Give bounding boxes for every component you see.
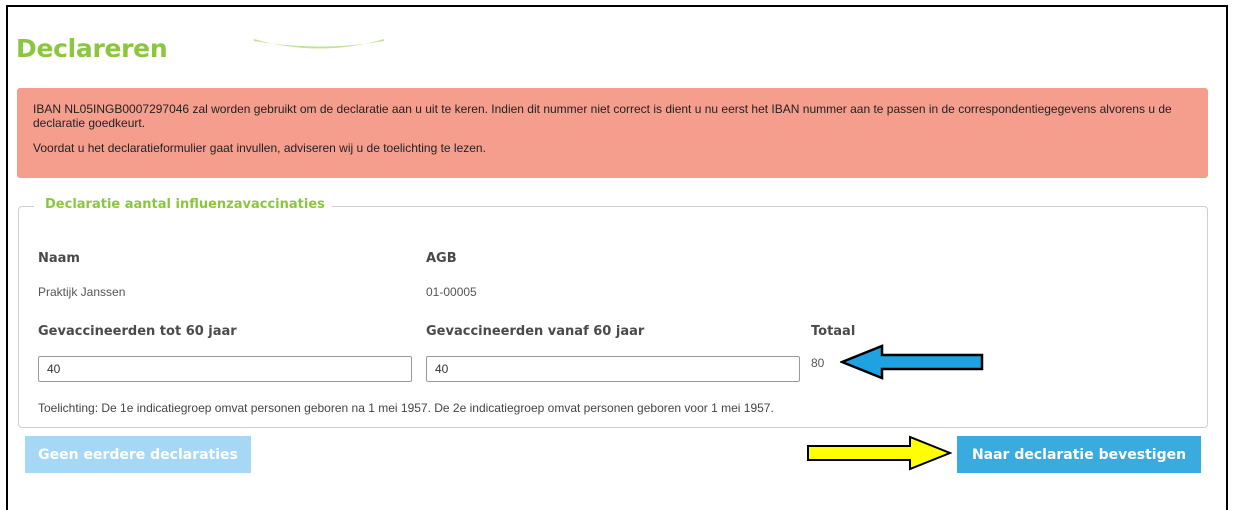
agb-value: 01-00005 [426, 285, 477, 299]
alert-iban-text: IBAN NL05INGB0007297046 zal worden gebru… [33, 102, 1172, 130]
total-label: Totaal [811, 324, 856, 339]
alert-advice-text: Voordat u het declaratieformulier gaat i… [33, 141, 486, 155]
under60-input[interactable] [38, 356, 412, 382]
naam-value: Praktijk Janssen [38, 285, 126, 299]
decorative-arc [254, 39, 384, 49]
page-title: Declareren [16, 34, 168, 63]
explanation-note: Toelichting: De 1e indicatiegroep omvat … [38, 401, 774, 415]
under60-label: Gevaccineerden tot 60 jaar [38, 324, 237, 339]
fieldset-legend: Declaratie aantal influenzavaccinaties [34, 197, 332, 212]
total-value: 80 [811, 356, 825, 370]
blue-arrow-icon [840, 344, 984, 380]
naam-label: Naam [38, 251, 80, 266]
agb-label: AGB [426, 251, 457, 266]
over60-input[interactable] [426, 356, 800, 382]
over60-label: Gevaccineerden vanaf 60 jaar [426, 324, 645, 339]
confirm-declaration-button[interactable]: Naar declaratie bevestigen [957, 436, 1201, 473]
previous-declarations-button[interactable]: Geen eerdere declaraties [25, 436, 251, 473]
iban-alert: IBAN NL05INGB0007297046 zal worden gebru… [17, 88, 1208, 178]
declaration-fieldset [18, 206, 1208, 428]
yellow-arrow-icon [807, 435, 952, 471]
